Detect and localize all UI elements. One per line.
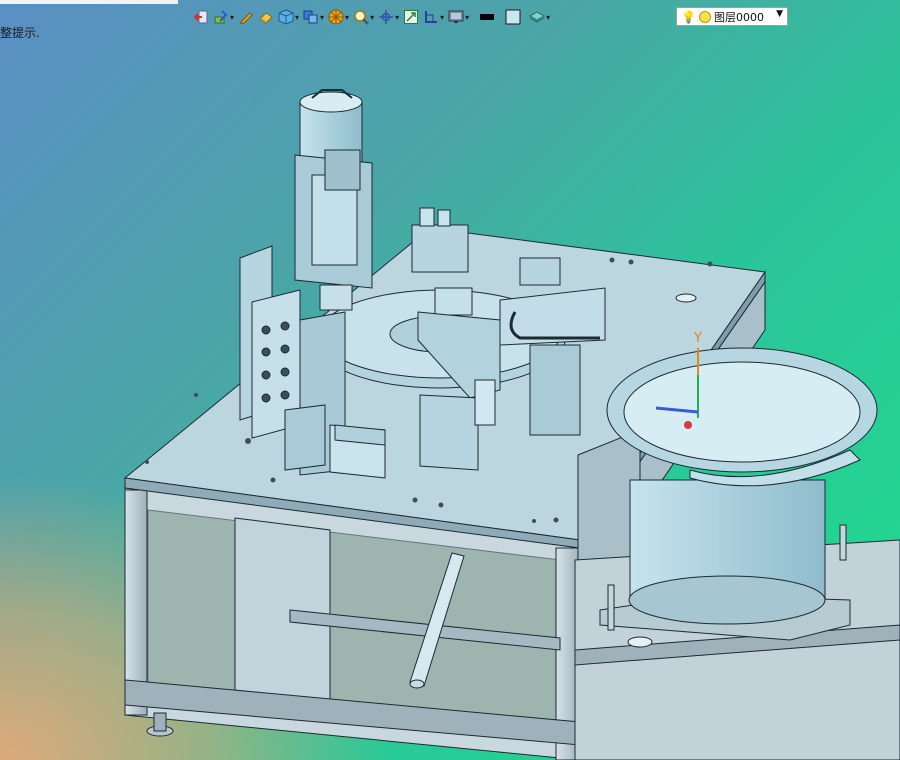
vibratory-feeder-bowl (574, 347, 900, 760)
y-axis-label: Y (693, 331, 702, 346)
model-viewport[interactable]: Y (0, 0, 900, 760)
cylinder-tower (294, 89, 373, 289)
